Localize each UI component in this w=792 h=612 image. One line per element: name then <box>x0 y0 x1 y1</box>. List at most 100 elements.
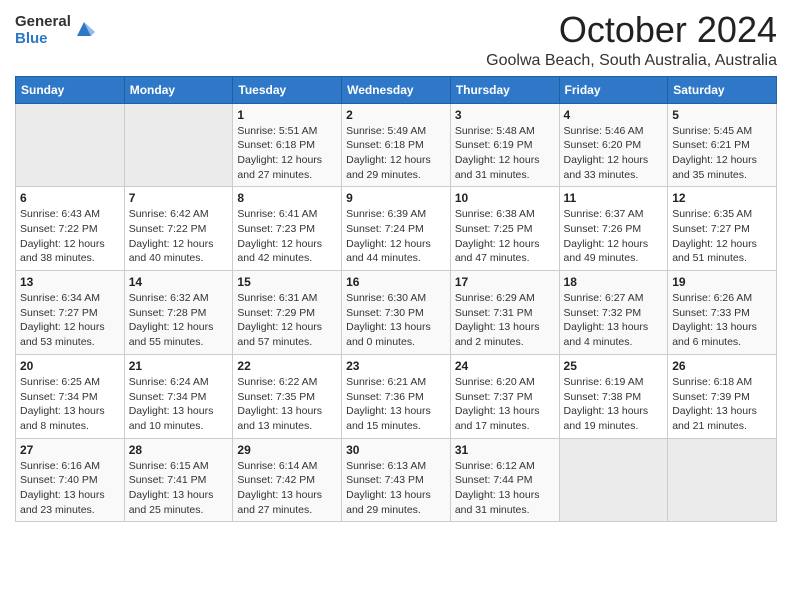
calendar-cell: 6Sunrise: 6:43 AM Sunset: 7:22 PM Daylig… <box>16 187 125 271</box>
day-detail: Sunrise: 6:19 AM Sunset: 7:38 PM Dayligh… <box>564 375 664 434</box>
calendar-cell: 7 Sunrise: 6:42 AM Sunset: 7:22 PM Daylig… <box>124 187 233 271</box>
day-detail: Sunrise: 6:32 AM Sunset: 7:28 PM Dayligh… <box>129 291 229 350</box>
calendar-day-header: Wednesday <box>342 76 451 103</box>
day-number: 14 <box>129 275 229 289</box>
day-number: 26 <box>672 359 772 373</box>
day-detail: Sunrise: 6:41 AM Sunset: 7:23 PM Dayligh… <box>237 207 337 266</box>
calendar-cell: 25Sunrise: 6:19 AM Sunset: 7:38 PM Dayli… <box>559 354 668 438</box>
calendar-cell: 4 Sunrise: 5:46 AM Sunset: 6:20 PM Daylig… <box>559 103 668 187</box>
day-detail: Sunrise: 6:31 AM Sunset: 7:29 PM Dayligh… <box>237 291 337 350</box>
day-number: 1 <box>237 108 337 122</box>
calendar-header-row: SundayMondayTuesdayWednesdayThursdayFrid… <box>16 76 777 103</box>
day-detail: Sunrise: 6:34 AM Sunset: 7:27 PM Dayligh… <box>20 291 120 350</box>
day-number: 29 <box>237 443 337 457</box>
day-number: 21 <box>129 359 229 373</box>
page-subtitle: Goolwa Beach, South Australia, Australia <box>486 52 777 70</box>
day-detail: Sunrise: 5:46 AM Sunset: 6:20 PM Dayligh… <box>564 124 664 183</box>
day-number: 24 <box>455 359 555 373</box>
day-detail: Sunrise: 5:51 AM Sunset: 6:18 PM Dayligh… <box>237 124 337 183</box>
calendar-cell: 28Sunrise: 6:15 AM Sunset: 7:41 PM Dayli… <box>124 438 233 522</box>
day-detail: Sunrise: 6:12 AM Sunset: 7:44 PM Dayligh… <box>455 459 555 518</box>
day-number: 16 <box>346 275 446 289</box>
calendar-cell: 30Sunrise: 6:13 AM Sunset: 7:43 PM Dayli… <box>342 438 451 522</box>
calendar-cell: 15 Sunrise: 6:31 AM Sunset: 7:29 PM Dayli… <box>233 271 342 355</box>
logo-icon <box>73 18 95 45</box>
calendar-cell <box>16 103 125 187</box>
day-detail: Sunrise: 6:42 AM Sunset: 7:22 PM Dayligh… <box>129 207 229 266</box>
calendar-cell: 8 Sunrise: 6:41 AM Sunset: 7:23 PM Daylig… <box>233 187 342 271</box>
calendar-cell: 17Sunrise: 6:29 AM Sunset: 7:31 PM Dayli… <box>450 271 559 355</box>
calendar-week-row: 13 Sunrise: 6:34 AM Sunset: 7:27 PM Dayli… <box>16 271 777 355</box>
calendar-table: SundayMondayTuesdayWednesdayThursdayFrid… <box>15 76 777 523</box>
day-detail: Sunrise: 5:48 AM Sunset: 6:19 PM Dayligh… <box>455 124 555 183</box>
calendar-day-header: Sunday <box>16 76 125 103</box>
logo-general-text: General <box>15 14 71 31</box>
day-detail: Sunrise: 6:27 AM Sunset: 7:32 PM Dayligh… <box>564 291 664 350</box>
calendar-cell <box>559 438 668 522</box>
day-detail: Sunrise: 6:22 AM Sunset: 7:35 PM Dayligh… <box>237 375 337 434</box>
calendar-cell: 10Sunrise: 6:38 AM Sunset: 7:25 PM Dayli… <box>450 187 559 271</box>
day-number: 7 <box>129 191 229 205</box>
day-number: 15 <box>237 275 337 289</box>
day-detail: Sunrise: 6:35 AM Sunset: 7:27 PM Dayligh… <box>672 207 772 266</box>
day-detail: Sunrise: 6:14 AM Sunset: 7:42 PM Dayligh… <box>237 459 337 518</box>
calendar-cell: 21 Sunrise: 6:24 AM Sunset: 7:34 PM Dayli… <box>124 354 233 438</box>
calendar-day-header: Monday <box>124 76 233 103</box>
day-detail: Sunrise: 6:37 AM Sunset: 7:26 PM Dayligh… <box>564 207 664 266</box>
day-number: 5 <box>672 108 772 122</box>
calendar-cell: 20 Sunrise: 6:25 AM Sunset: 7:34 PM Dayli… <box>16 354 125 438</box>
calendar-cell: 13 Sunrise: 6:34 AM Sunset: 7:27 PM Dayli… <box>16 271 125 355</box>
day-number: 13 <box>20 275 120 289</box>
calendar-day-header: Saturday <box>668 76 777 103</box>
calendar-day-header: Tuesday <box>233 76 342 103</box>
calendar-week-row: 6Sunrise: 6:43 AM Sunset: 7:22 PM Daylig… <box>16 187 777 271</box>
logo: General Blue <box>15 14 95 47</box>
calendar-cell: 12Sunrise: 6:35 AM Sunset: 7:27 PM Dayli… <box>668 187 777 271</box>
calendar-cell: 26Sunrise: 6:18 AM Sunset: 7:39 PM Dayli… <box>668 354 777 438</box>
day-number: 20 <box>20 359 120 373</box>
day-detail: Sunrise: 5:49 AM Sunset: 6:18 PM Dayligh… <box>346 124 446 183</box>
day-detail: Sunrise: 6:13 AM Sunset: 7:43 PM Dayligh… <box>346 459 446 518</box>
day-number: 6 <box>20 191 120 205</box>
day-number: 17 <box>455 275 555 289</box>
page-title: October 2024 <box>486 10 777 50</box>
day-detail: Sunrise: 5:45 AM Sunset: 6:21 PM Dayligh… <box>672 124 772 183</box>
calendar-cell: 14 Sunrise: 6:32 AM Sunset: 7:28 PM Dayli… <box>124 271 233 355</box>
day-number: 10 <box>455 191 555 205</box>
day-number: 27 <box>20 443 120 457</box>
day-number: 3 <box>455 108 555 122</box>
logo-blue-text: Blue <box>15 31 71 48</box>
day-number: 23 <box>346 359 446 373</box>
day-number: 11 <box>564 191 664 205</box>
calendar-cell: 29 Sunrise: 6:14 AM Sunset: 7:42 PM Dayli… <box>233 438 342 522</box>
calendar-cell: 23Sunrise: 6:21 AM Sunset: 7:36 PM Dayli… <box>342 354 451 438</box>
day-number: 9 <box>346 191 446 205</box>
calendar-cell: 16 Sunrise: 6:30 AM Sunset: 7:30 PM Dayli… <box>342 271 451 355</box>
day-number: 19 <box>672 275 772 289</box>
calendar-day-header: Thursday <box>450 76 559 103</box>
day-number: 8 <box>237 191 337 205</box>
day-detail: Sunrise: 6:25 AM Sunset: 7:34 PM Dayligh… <box>20 375 120 434</box>
day-number: 31 <box>455 443 555 457</box>
day-detail: Sunrise: 6:26 AM Sunset: 7:33 PM Dayligh… <box>672 291 772 350</box>
day-number: 18 <box>564 275 664 289</box>
day-detail: Sunrise: 6:24 AM Sunset: 7:34 PM Dayligh… <box>129 375 229 434</box>
day-detail: Sunrise: 6:15 AM Sunset: 7:41 PM Dayligh… <box>129 459 229 518</box>
day-detail: Sunrise: 6:30 AM Sunset: 7:30 PM Dayligh… <box>346 291 446 350</box>
calendar-day-header: Friday <box>559 76 668 103</box>
calendar-cell <box>668 438 777 522</box>
calendar-week-row: 27Sunrise: 6:16 AM Sunset: 7:40 PM Dayli… <box>16 438 777 522</box>
calendar-cell: 9Sunrise: 6:39 AM Sunset: 7:24 PM Daylig… <box>342 187 451 271</box>
day-number: 2 <box>346 108 446 122</box>
calendar-cell: 27Sunrise: 6:16 AM Sunset: 7:40 PM Dayli… <box>16 438 125 522</box>
calendar-cell: 2 Sunrise: 5:49 AM Sunset: 6:18 PM Daylig… <box>342 103 451 187</box>
calendar-cell: 5 Sunrise: 5:45 AM Sunset: 6:21 PM Daylig… <box>668 103 777 187</box>
calendar-cell <box>124 103 233 187</box>
calendar-week-row: 1 Sunrise: 5:51 AM Sunset: 6:18 PM Daylig… <box>16 103 777 187</box>
day-number: 4 <box>564 108 664 122</box>
calendar-cell: 22Sunrise: 6:22 AM Sunset: 7:35 PM Dayli… <box>233 354 342 438</box>
title-area: October 2024 Goolwa Beach, South Austral… <box>486 10 777 70</box>
calendar-cell: 24Sunrise: 6:20 AM Sunset: 7:37 PM Dayli… <box>450 354 559 438</box>
calendar-week-row: 20 Sunrise: 6:25 AM Sunset: 7:34 PM Dayli… <box>16 354 777 438</box>
calendar-cell: 19 Sunrise: 6:26 AM Sunset: 7:33 PM Dayli… <box>668 271 777 355</box>
